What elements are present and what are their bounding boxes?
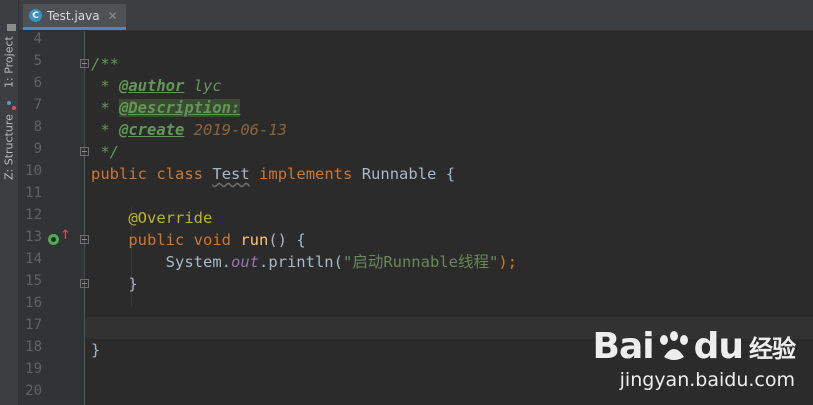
line-number: 17 <box>25 317 42 333</box>
line-number: 10 <box>25 163 42 179</box>
code-line-5: /** <box>91 55 119 73</box>
editor-tab-bar: C Test.java ✕ <box>19 0 813 31</box>
line-number: 20 <box>25 383 42 399</box>
line-number: 5 <box>33 53 42 69</box>
project-icon <box>5 23 16 32</box>
class-name: Test <box>212 165 250 183</box>
line-number: 11 <box>25 185 42 201</box>
code-line-6: * @author lyc <box>91 77 222 95</box>
project-tool-tab[interactable]: 1: Project <box>1 8 17 88</box>
editor-tab-test-java[interactable]: C Test.java ✕ <box>23 4 126 30</box>
line-number: 8 <box>33 119 42 135</box>
watermark-brand-left: Bai <box>592 326 655 367</box>
structure-tab-label: Z: Structure <box>2 114 16 180</box>
line-number: 9 <box>33 141 42 157</box>
paw-logo-icon <box>659 330 688 360</box>
code-line-7: * @Description: <box>91 99 241 117</box>
code-line-14: System.out.println("启动Runnable线程"); <box>165 253 517 271</box>
structure-tool-tab[interactable]: Z: Structure <box>1 100 17 180</box>
tool-window-strip: 1: Project Z: Structure <box>0 0 19 405</box>
watermark-brand-right: du <box>693 326 744 367</box>
java-class-icon: C <box>29 9 42 22</box>
code-line-12: @Override <box>128 209 213 227</box>
line-number: 13 <box>25 229 42 245</box>
line-number: 4 <box>33 31 42 47</box>
code-line-15: } <box>128 275 138 293</box>
line-number: 19 <box>25 361 42 377</box>
watermark-brand-cn: 经验 <box>749 335 796 363</box>
line-number: 16 <box>25 295 42 311</box>
line-number: 14 <box>25 251 42 267</box>
editor-gutter: 4 5 6 7 8 9 10 11 12 13 14 15 16 17 18 1… <box>19 31 89 405</box>
code-line-8: * @create 2019-06-13 <box>91 121 287 139</box>
baidu-jingyan-watermark: Bai du 经验 jingyan.baidu.com <box>592 326 796 391</box>
watermark-site: jingyan.baidu.com <box>619 369 795 391</box>
structure-icon <box>5 101 16 111</box>
go-to-super-arrow-icon[interactable]: ↑ <box>60 228 71 243</box>
code-line-10: public class Test implements Runnable { <box>91 165 456 183</box>
implements-method-icon[interactable] <box>48 234 59 245</box>
editor-tab-label: Test.java <box>47 8 100 23</box>
close-tab-icon[interactable]: ✕ <box>108 9 118 23</box>
line-number: 6 <box>33 75 42 91</box>
javadoc-tag: @Description: <box>119 99 241 117</box>
line-number: 18 <box>25 339 42 355</box>
javadoc-tag: @create <box>119 121 185 139</box>
javadoc-tag: @author <box>119 77 185 95</box>
line-number: 7 <box>33 97 42 113</box>
project-tab-label: 1: Project <box>2 36 16 88</box>
code-line-9: */ <box>91 143 119 161</box>
line-number: 12 <box>25 207 42 223</box>
line-number: 15 <box>25 273 42 289</box>
code-line-18: } <box>91 341 101 359</box>
code-line-13: public void run() { <box>128 231 306 249</box>
